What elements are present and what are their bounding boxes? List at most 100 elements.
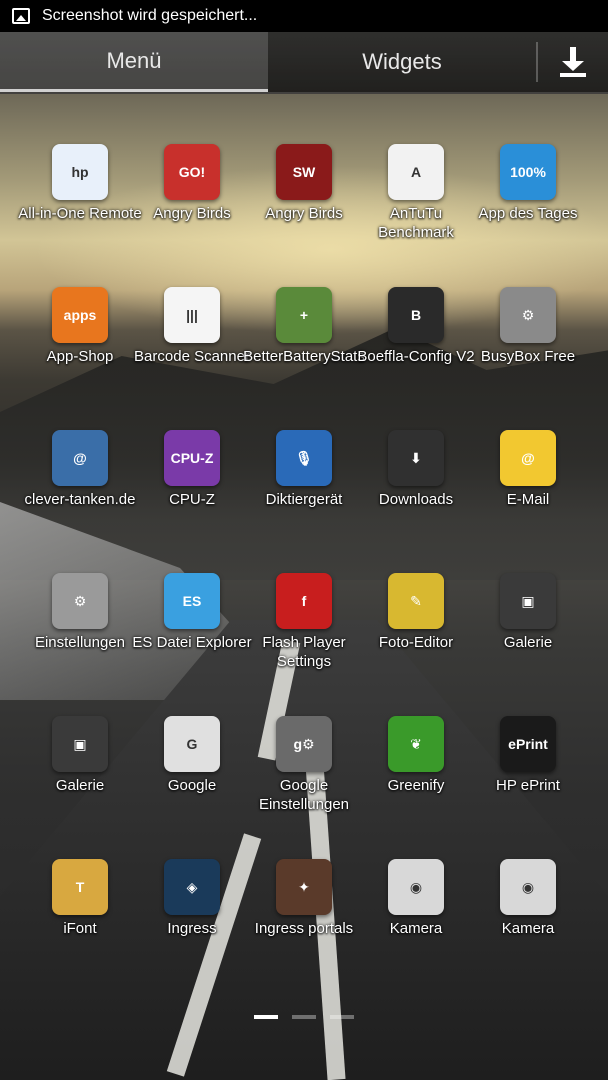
- app-label: E-Mail: [506, 491, 550, 508]
- app-shortcut[interactable]: g⚙ Google Einstellungen: [248, 684, 360, 827]
- app-shortcut[interactable]: ◈ Ingress: [136, 827, 248, 970]
- app-label: iFont: [63, 920, 97, 937]
- app-label: Google: [167, 777, 217, 794]
- hp-eprint-icon: ePrint: [500, 716, 556, 772]
- hp-remote-icon: hp: [52, 144, 108, 200]
- app-label: Greenify: [387, 777, 445, 794]
- flash-player-icon: f: [276, 573, 332, 629]
- app-shortcut[interactable]: @ E-Mail: [472, 398, 584, 541]
- app-label: CPU-Z: [169, 491, 215, 508]
- app-label: Angry Birds: [265, 205, 343, 222]
- settings-gear-icon: ⚙: [52, 573, 108, 629]
- app-shortcut[interactable]: ❦ Greenify: [360, 684, 472, 827]
- app-shortcut[interactable]: ePrint HP ePrint: [472, 684, 584, 827]
- ingress-icon: ◈: [164, 859, 220, 915]
- app-label: Einstellungen: [34, 634, 126, 651]
- barcode-scanner-icon: |||: [164, 287, 220, 343]
- app-label: Diktiergerät: [265, 491, 343, 508]
- app-label: BusyBox Free: [480, 348, 576, 365]
- google-chrome-icon: G: [164, 716, 220, 772]
- camera-icon: ◉: [500, 859, 556, 915]
- app-label: Ingress: [167, 920, 217, 937]
- app-shortcut[interactable]: ES ES Datei Explorer: [132, 541, 252, 684]
- app-shortcut[interactable]: A AnTuTu Benchmark: [360, 112, 472, 255]
- app-label: ES Datei Explorer: [132, 634, 252, 651]
- es-file-explorer-icon: ES: [164, 573, 220, 629]
- app-label: HP ePrint: [496, 777, 560, 794]
- tab-menu[interactable]: Menü: [0, 32, 268, 92]
- amazon-appstore-icon: apps: [52, 287, 108, 343]
- greenify-leaf-icon: ❦: [388, 716, 444, 772]
- drawer-tab-bar: Menü Widgets: [0, 32, 608, 94]
- app-shortcut[interactable]: ✦ Ingress portals: [248, 827, 360, 970]
- battery-icon: +: [276, 287, 332, 343]
- app-label: All-in-One Remote: [18, 205, 142, 222]
- app-label: Ingress portals: [254, 920, 354, 937]
- app-grid: hp All-in-One Remote GO! Angry Birds SW Angry…: [0, 112, 608, 970]
- app-shortcut[interactable]: hp All-in-One Remote: [18, 112, 142, 255]
- page-dot: [330, 1015, 354, 1019]
- app-shortcut[interactable]: ✎ Foto-Editor: [360, 541, 472, 684]
- app-shortcut[interactable]: CPU-Z CPU-Z: [136, 398, 248, 541]
- app-shortcut[interactable]: f Flash Player Settings: [248, 541, 360, 684]
- app-shortcut[interactable]: ||| Barcode Scanner: [134, 255, 250, 398]
- app-label: Galerie: [55, 777, 105, 794]
- app-shortcut[interactable]: ⚙ Einstellungen: [24, 541, 136, 684]
- app-shortcut[interactable]: ▣ Galerie: [472, 541, 584, 684]
- download-button[interactable]: [538, 32, 608, 92]
- app-label: Downloads: [378, 491, 454, 508]
- gallery-icon: ▣: [52, 716, 108, 772]
- app-shortcut[interactable]: 100% App des Tages: [472, 112, 584, 255]
- app-shortcut[interactable]: ⬇ Downloads: [360, 398, 472, 541]
- app-label: Boeffla-Config V2: [357, 348, 475, 365]
- photo-editor-icon: ✎: [388, 573, 444, 629]
- app-shortcut[interactable]: ◉ Kamera: [360, 827, 472, 970]
- app-label: Kamera: [501, 920, 555, 937]
- app-label: clever-tanken.de: [24, 491, 136, 508]
- app-shortcut[interactable]: 🎙 Diktiergerät: [248, 398, 360, 541]
- app-shortcut[interactable]: ⚙ BusyBox Free: [472, 255, 584, 398]
- download-icon: [560, 47, 586, 77]
- downloads-icon: ⬇: [388, 430, 444, 486]
- app-shortcut[interactable]: TiFont: [24, 827, 136, 970]
- app-shortcut[interactable]: apps App-Shop: [24, 255, 136, 398]
- app-label: Foto-Editor: [378, 634, 454, 651]
- tab-widgets[interactable]: Widgets: [268, 32, 536, 92]
- boeffla-icon: B: [388, 287, 444, 343]
- app-shortcut[interactable]: G Google: [136, 684, 248, 827]
- status-bar: Screenshot wird gespeichert...: [0, 0, 608, 32]
- angry-birds-go-icon: GO!: [164, 144, 220, 200]
- app-label: Galerie: [503, 634, 553, 651]
- app-shortcut[interactable]: B Boeffla-Config V2: [357, 255, 475, 398]
- app-shortcut[interactable]: + BetterBatteryStats: [243, 255, 365, 398]
- antutu-icon: A: [388, 144, 444, 200]
- app-des-tages-icon: 100%: [500, 144, 556, 200]
- cpu-z-icon: CPU-Z: [164, 430, 220, 486]
- app-shortcut[interactable]: ▣ Galerie: [24, 684, 136, 827]
- email-icon: @: [500, 430, 556, 486]
- app-label: Google Einstellungen: [258, 777, 350, 813]
- app-shortcut[interactable]: SW Angry Birds: [248, 112, 360, 255]
- app-label: Angry Birds: [153, 205, 231, 222]
- status-notification-text: Screenshot wird gespeichert...: [42, 7, 258, 24]
- app-label: BetterBatteryStats: [243, 348, 365, 365]
- app-label: AnTuTu Benchmark: [378, 205, 454, 241]
- app-label: Flash Player Settings: [262, 634, 346, 670]
- gallery-icon: ▣: [500, 573, 556, 629]
- page-dot: [292, 1015, 316, 1019]
- camera-icon: ◉: [388, 859, 444, 915]
- app-shortcut[interactable]: @ clever-tanken.de: [24, 398, 136, 541]
- ingress-portals-icon: ✦: [276, 859, 332, 915]
- microphone-icon: 🎙: [276, 430, 332, 486]
- google-settings-icon: g⚙: [276, 716, 332, 772]
- angry-birds-star-wars-icon: SW: [276, 144, 332, 200]
- page-indicator: [0, 1015, 608, 1019]
- busybox-icon: ⚙: [500, 287, 556, 343]
- app-shortcut[interactable]: GO! Angry Birds: [136, 112, 248, 255]
- clever-tanken-icon: @: [52, 430, 108, 486]
- app-label: Barcode Scanner: [134, 348, 250, 365]
- ifont-icon: T: [52, 859, 108, 915]
- app-label: App-Shop: [46, 348, 114, 365]
- app-label: App des Tages: [478, 205, 578, 222]
- app-shortcut[interactable]: ◉ Kamera: [472, 827, 584, 970]
